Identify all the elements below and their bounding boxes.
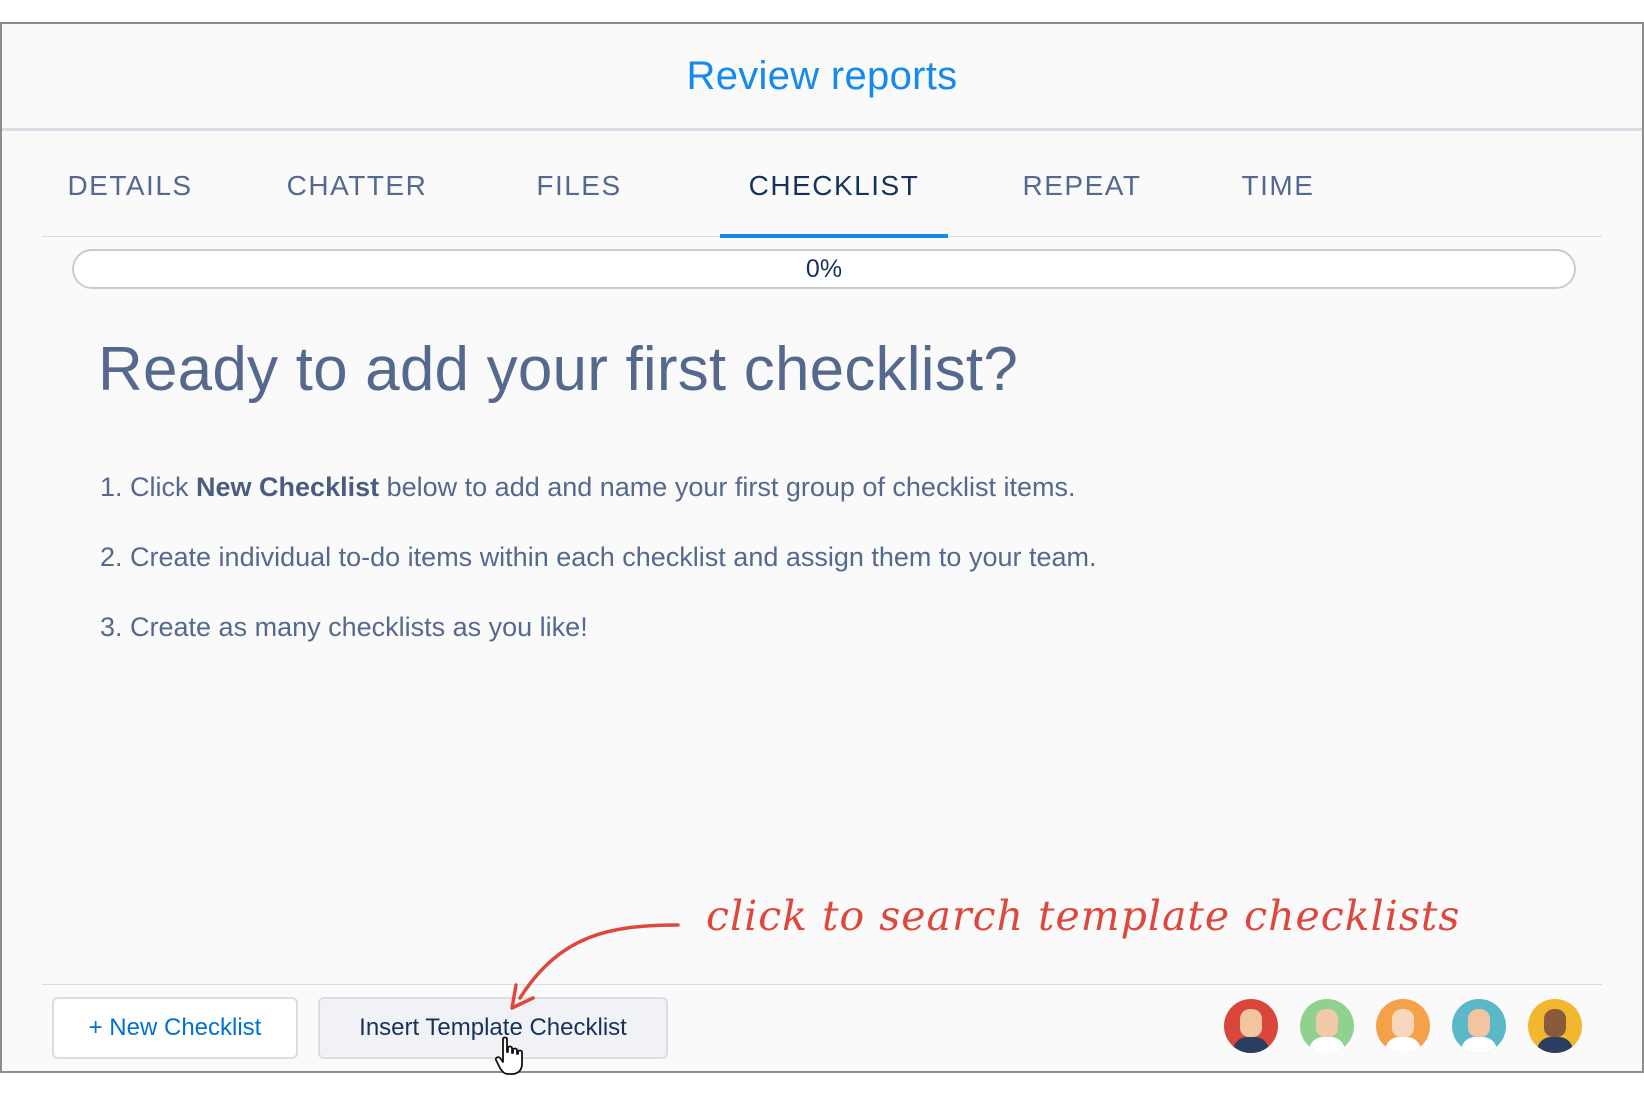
annotation-text: click to search template checklists: [706, 892, 1461, 940]
hand-cursor-icon: [494, 1036, 523, 1075]
